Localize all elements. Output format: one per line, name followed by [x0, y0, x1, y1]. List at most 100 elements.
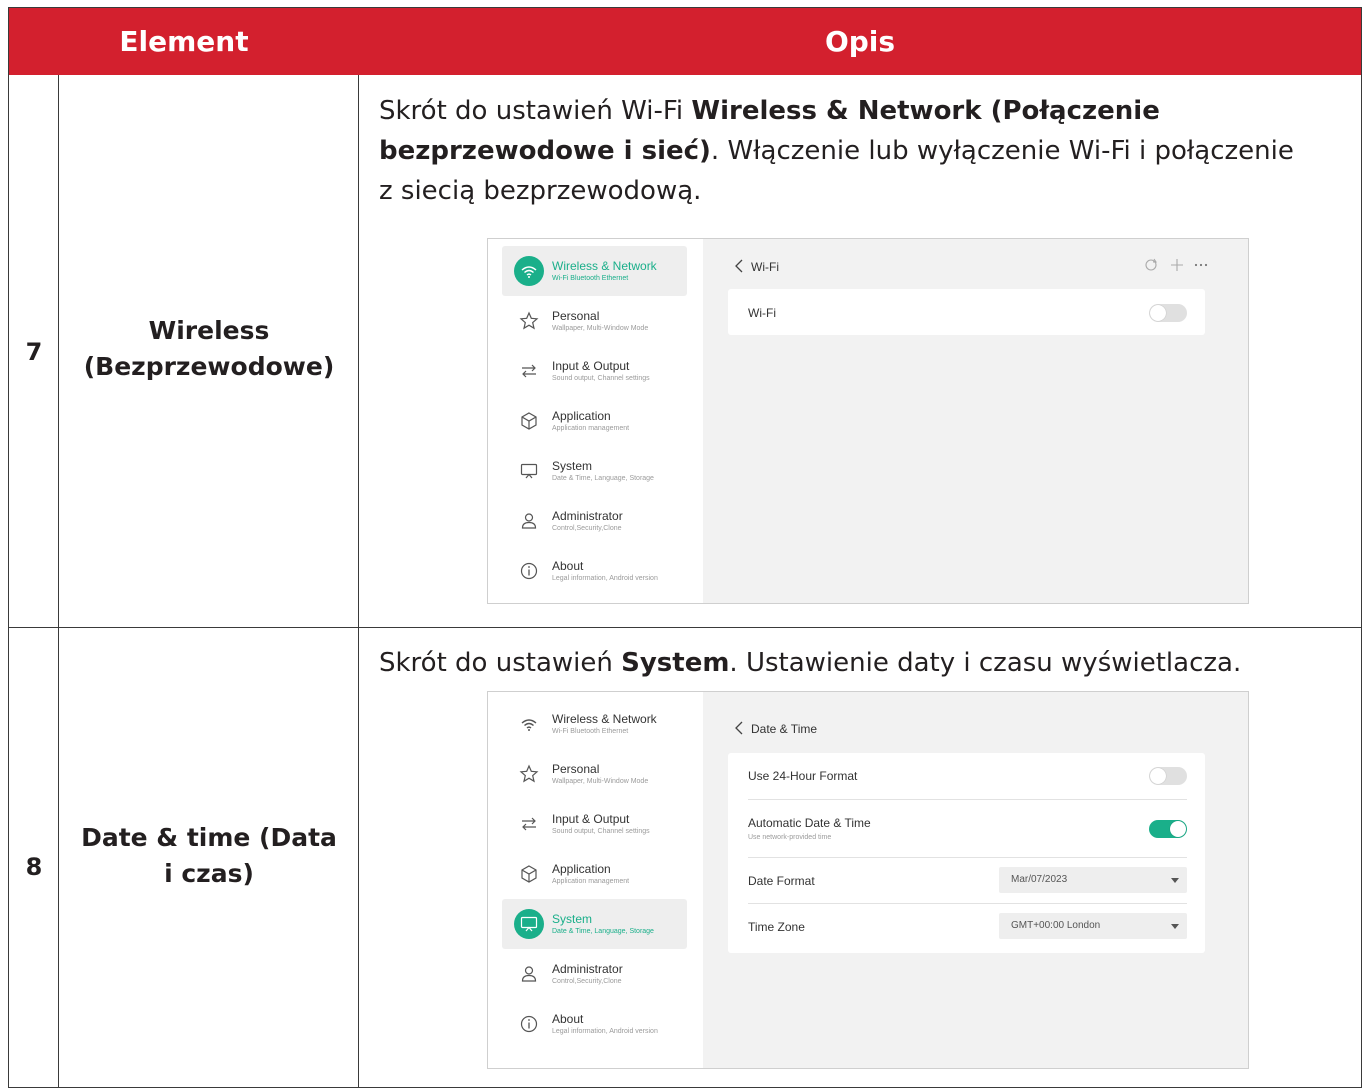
- wifi-card: Wi-Fi: [728, 289, 1205, 335]
- row-name-wireless: Wireless (Bezprzewodowe): [59, 313, 359, 385]
- sidebar-item-title: Wireless & Network: [552, 712, 657, 726]
- cube-icon: [514, 406, 544, 436]
- sidebar-item-title: Personal: [552, 762, 600, 776]
- sidebar-item-wireless-network[interactable]: Wireless & Network Wi-Fi Bluetooth Ethern…: [502, 699, 687, 749]
- date-format-select[interactable]: Mar/07/2023: [999, 867, 1187, 893]
- row-name-line2: i czas): [164, 859, 254, 888]
- wifi-toggle[interactable]: [1149, 304, 1187, 322]
- sidebar-item-system[interactable]: System Date & Time, Language, Storage: [502, 899, 687, 949]
- sidebar-item-wireless-network[interactable]: Wireless & Network Wi-Fi Bluetooth Ethern…: [502, 246, 687, 296]
- settings-sidebar: Wireless & Network Wi-Fi Bluetooth Ethern…: [488, 239, 703, 603]
- sidebar-item-personal[interactable]: Personal Wallpaper, Multi-Window Mode: [502, 749, 687, 799]
- plus-icon[interactable]: [1169, 257, 1185, 273]
- wifi-label: Wi-Fi: [748, 306, 776, 320]
- row-name-line1: Date & time (Data: [81, 823, 337, 852]
- sidebar-item-about[interactable]: About Legal information, Android version: [502, 546, 687, 596]
- more-icon[interactable]: [1193, 257, 1209, 273]
- desc-text: . Włączenie lub wyłączenie Wi-Fi i połąc…: [710, 136, 1294, 166]
- sidebar-item-subtitle: Date & Time, Language, Storage: [552, 928, 654, 935]
- row-description-wireless: Skrót do ustawień Wi-Fi Wireless & Netwo…: [379, 91, 1359, 211]
- sidebar-item-title: Application: [552, 409, 611, 423]
- sidebar-item-title: Input & Output: [552, 812, 630, 826]
- row-number-7: 7: [25, 338, 43, 366]
- desc-text: . Ustawienie daty i czasu wyświetlacza.: [729, 648, 1242, 678]
- sidebar-item-subtitle: Wallpaper, Multi-Window Mode: [552, 325, 649, 332]
- sidebar-item-subtitle: Sound output, Channel settings: [552, 828, 650, 835]
- sidebar-item-subtitle: Wi-Fi Bluetooth Ethernet: [552, 275, 629, 282]
- sidebar-item-subtitle: Wi-Fi Bluetooth Ethernet: [552, 728, 629, 735]
- sidebar-item-title: Input & Output: [552, 359, 630, 373]
- desc-bold: System: [621, 648, 730, 678]
- date-format-row: Date Format Mar/07/2023: [748, 867, 1187, 893]
- use24-toggle[interactable]: [1149, 767, 1187, 785]
- sidebar-item-system[interactable]: System Date & Time, Language, Storage: [502, 446, 687, 496]
- sidebar-item-input-output[interactable]: Input & Output Sound output, Channel sett…: [502, 799, 687, 849]
- auto-datetime-toggle[interactable]: [1149, 820, 1187, 838]
- table-header: Element Opis: [9, 8, 1361, 75]
- time-zone-value: GMT+00:00 London: [1011, 920, 1101, 931]
- sidebar-item-subtitle: Sound output, Channel settings: [552, 375, 650, 382]
- page-title: Wi-Fi: [751, 260, 779, 274]
- header-opis: Opis: [824, 25, 896, 58]
- settings-main: Date & Time Use 24-Hour Format Automatic…: [703, 692, 1248, 1068]
- sidebar-item-subtitle: Wallpaper, Multi-Window Mode: [552, 778, 649, 785]
- sidebar-item-subtitle: Legal information, Android version: [552, 1028, 658, 1035]
- desc-text: Skrót do ustawień Wi-Fi: [379, 96, 692, 126]
- datetime-settings-screenshot: Wireless & Network Wi-Fi Bluetooth Ethern…: [487, 691, 1249, 1069]
- sidebar-item-subtitle: Legal information, Android version: [552, 575, 658, 582]
- desc-text: z siecią bezprzewodową.: [379, 176, 702, 206]
- sidebar-item-subtitle: Control,Security,Clone: [552, 525, 622, 532]
- sidebar-item-title: System: [552, 459, 593, 473]
- caret-down-icon: [1171, 924, 1179, 929]
- sidebar-item-input-output[interactable]: Input & Output Sound output, Channel sett…: [502, 346, 687, 396]
- sidebar-item-title: Wireless & Network: [552, 259, 657, 273]
- sidebar-item-personal[interactable]: Personal Wallpaper, Multi-Window Mode: [502, 296, 687, 346]
- toggle-knob: [1150, 305, 1166, 321]
- star-icon: [514, 759, 544, 789]
- sidebar-item-application[interactable]: Application Application management: [502, 849, 687, 899]
- sidebar-item-administrator[interactable]: Administrator Control,Security,Clone: [502, 496, 687, 546]
- desc-text: Skrót do ustawień: [379, 648, 622, 678]
- use24-label: Use 24-Hour Format: [748, 769, 858, 783]
- row-name-line1: Wireless: [148, 316, 270, 345]
- sidebar-item-application[interactable]: Application Application management: [502, 396, 687, 446]
- settings-sidebar: Wireless & Network Wi-Fi Bluetooth Ethern…: [488, 692, 703, 1068]
- date-format-value: Mar/07/2023: [1011, 874, 1068, 885]
- toggle-knob: [1170, 821, 1186, 837]
- swap-arrows-icon: [514, 356, 544, 386]
- sidebar-item-title: Administrator: [552, 509, 623, 523]
- auto-datetime-sublabel: Use network-provided time: [748, 834, 832, 841]
- row-number-8: 8: [25, 853, 43, 881]
- chevron-left-icon: [735, 259, 743, 273]
- swap-arrows-icon: [514, 809, 544, 839]
- datetime-card: Use 24-Hour Format Automatic Date & Time…: [728, 753, 1205, 953]
- user-icon: [514, 959, 544, 989]
- header-element: Element: [119, 25, 249, 58]
- cube-icon: [514, 859, 544, 889]
- row-divider: [748, 903, 1187, 904]
- caret-down-icon: [1171, 878, 1179, 883]
- row-divider: [748, 799, 1187, 800]
- sidebar-item-administrator[interactable]: Administrator Control,Security,Clone: [502, 949, 687, 999]
- sidebar-item-title: Administrator: [552, 962, 623, 976]
- use24-row: Use 24-Hour Format: [748, 767, 1187, 787]
- date-format-label: Date Format: [748, 874, 815, 888]
- sidebar-item-subtitle: Application management: [552, 878, 630, 885]
- user-icon: [514, 506, 544, 536]
- row-divider: [9, 627, 1361, 628]
- sidebar-item-title: System: [552, 912, 593, 926]
- row-description-datetime: Skrót do ustawień System. Ustawienie dat…: [379, 643, 1359, 683]
- info-icon: [514, 556, 544, 586]
- monitor-icon: [514, 909, 544, 939]
- row-name-datetime: Date & time (Data i czas): [59, 820, 359, 892]
- settings-main: Wi-Fi Wi-Fi: [703, 239, 1248, 603]
- wifi-icon: [514, 709, 544, 739]
- time-zone-select[interactable]: GMT+00:00 London: [999, 913, 1187, 939]
- refresh-icon[interactable]: [1143, 257, 1159, 273]
- desc-bold: bezprzewodowe i sieć): [379, 136, 711, 166]
- toggle-knob: [1150, 768, 1166, 784]
- auto-datetime-label: Automatic Date & Time: [748, 816, 871, 830]
- time-zone-row: Time Zone GMT+00:00 London: [748, 913, 1187, 939]
- sidebar-item-about[interactable]: About Legal information, Android version: [502, 999, 687, 1049]
- row-divider: [748, 857, 1187, 858]
